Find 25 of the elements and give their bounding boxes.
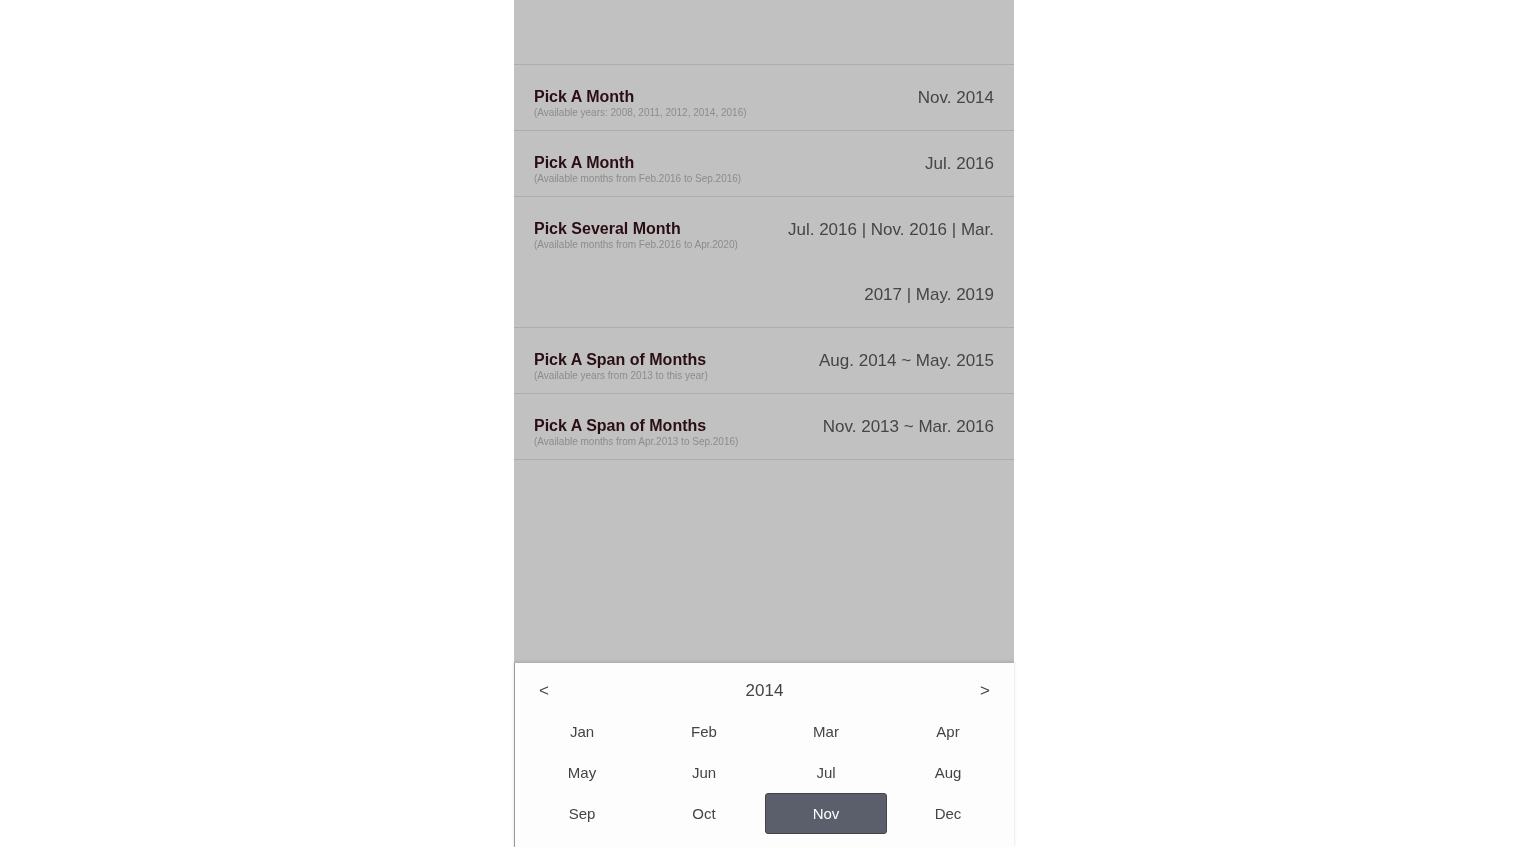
month-option[interactable]: Mar	[765, 711, 887, 752]
selected-value: Nov. 2014	[917, 88, 994, 107]
month-option[interactable]: Nov	[765, 793, 887, 834]
selected-value: Aug. 2014 ~ May. 2015	[819, 351, 994, 370]
month-option[interactable]: May	[521, 752, 643, 793]
month-option[interactable]: Jul	[765, 752, 887, 793]
row-title: Pick Several Month	[534, 219, 682, 239]
month-option[interactable]: Oct	[643, 793, 765, 834]
month-option[interactable]: Aug	[887, 752, 1009, 793]
month-option[interactable]: Dec	[887, 793, 1009, 834]
selected-value: Nov. 2013 ~ Mar. 2016	[822, 417, 994, 436]
month-option[interactable]: Sep	[521, 793, 643, 834]
month-option[interactable]: Jan	[521, 711, 643, 752]
month-option[interactable]: Jun	[643, 752, 765, 793]
selected-value: Jul. 2016 | Nov. 2016 | Mar. 2017 | May. 2019	[787, 220, 994, 304]
row-title: Pick A Month	[534, 87, 636, 107]
row-title: Pick A Span of Months	[534, 416, 708, 436]
row-title: Pick A Span of Months	[534, 350, 708, 370]
year-label: 2014	[745, 681, 784, 701]
row-title: Pick A Month	[534, 153, 636, 173]
next-year-button[interactable]: >	[976, 681, 994, 701]
month-option[interactable]: Apr	[887, 711, 1009, 752]
selected-value: Jul. 2016	[925, 154, 994, 173]
previous-year-button[interactable]: <	[535, 681, 553, 701]
month-option[interactable]: Feb	[643, 711, 765, 752]
